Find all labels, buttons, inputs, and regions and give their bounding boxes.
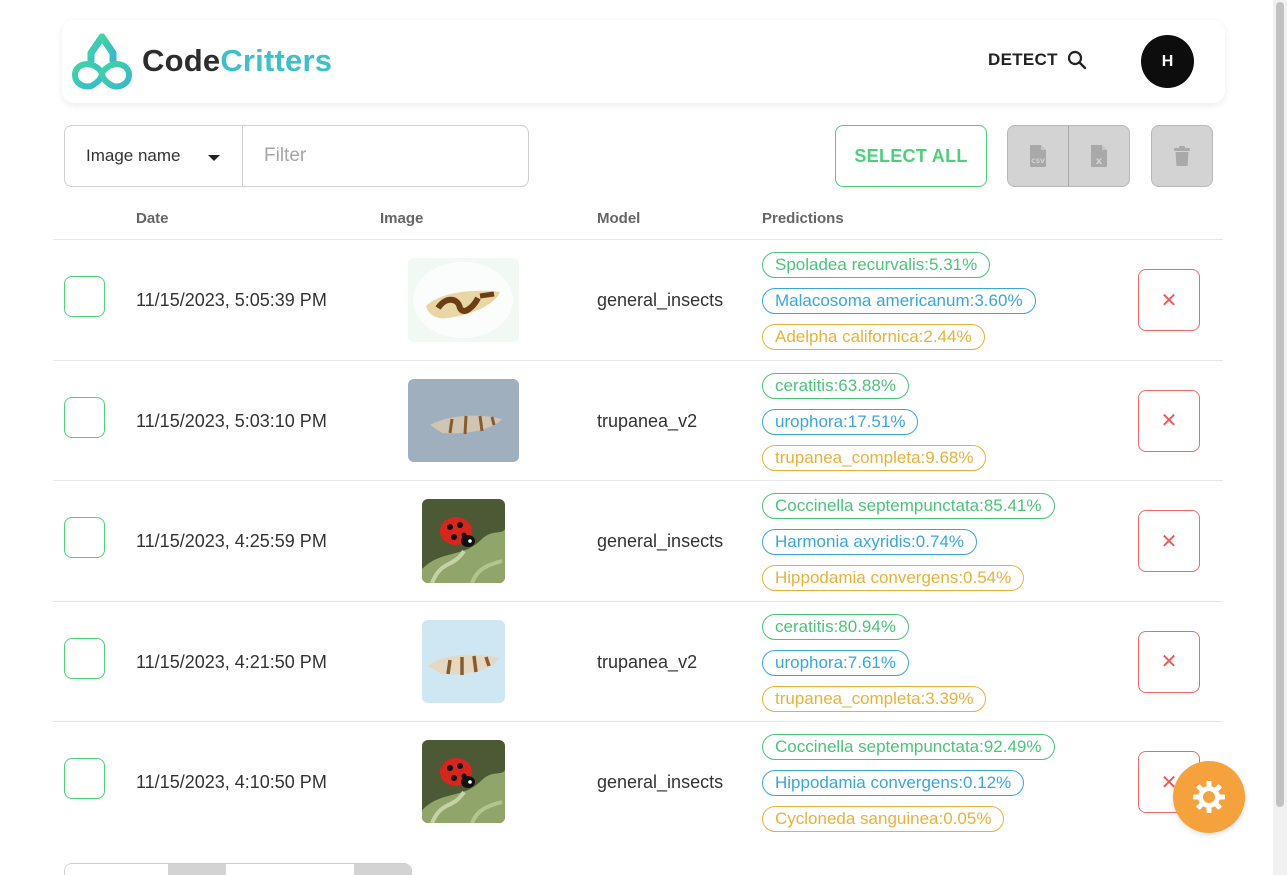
- svg-text:CSV: CSV: [1031, 158, 1045, 165]
- table-row: 11/15/2023, 4:21:50 PM trupanea_v2 cerat…: [53, 602, 1223, 722]
- table-header: Date Image Model Predictions: [53, 200, 1223, 240]
- brand-name: CodeCritters: [142, 43, 332, 79]
- row-checkbox[interactable]: [64, 517, 105, 558]
- export-excel-button[interactable]: x: [1068, 126, 1129, 186]
- prediction-badge: Spoladea recurvalis:5.31%: [762, 252, 991, 278]
- prediction-badge: Malacosoma americanum:3.60%: [762, 288, 1036, 314]
- row-model: general_insects: [597, 290, 724, 310]
- trash-icon: [1174, 145, 1190, 166]
- table-row: 11/15/2023, 5:03:10 PM trupanea_v2 cerat…: [53, 361, 1223, 481]
- filter-field-select[interactable]: Image name: [65, 126, 243, 186]
- filter-field-value: Image name: [86, 146, 181, 165]
- row-thumbnail-fly-wing[interactable]: [422, 619, 505, 703]
- delete-selected-button[interactable]: [1151, 125, 1213, 187]
- filter-input[interactable]: [243, 126, 528, 186]
- row-predictions: Coccinella septempunctata:85.41% Harmoni…: [762, 493, 1055, 591]
- pagination-bar: [64, 863, 412, 875]
- prediction-badge: ceratitis:80.94%: [762, 613, 909, 640]
- column-header-model[interactable]: Model: [597, 210, 640, 227]
- next-page-button[interactable]: [354, 864, 411, 875]
- export-csv-button[interactable]: CSV: [1008, 126, 1068, 186]
- table-row: 11/15/2023, 4:10:50 PM general_insects C…: [53, 722, 1223, 843]
- close-icon: ✕: [1160, 410, 1178, 432]
- detect-link[interactable]: DETECT: [988, 50, 1087, 70]
- row-checkbox[interactable]: [64, 758, 105, 799]
- close-icon: ✕: [1160, 651, 1178, 673]
- prediction-badge: Hippodamia convergens:0.12%: [762, 770, 1025, 796]
- delete-row-button[interactable]: ✕: [1138, 630, 1200, 693]
- caret-down-icon: [208, 155, 220, 161]
- row-thumbnail-fly-wing[interactable]: [408, 378, 519, 462]
- prediction-badge: Adelpha californica:2.44%: [762, 324, 985, 350]
- delete-row-button[interactable]: ✕: [1138, 269, 1200, 331]
- row-model: general_insects: [597, 772, 724, 792]
- row-predictions: Spoladea recurvalis:5.31% Malacosoma ame…: [762, 252, 1036, 350]
- prediction-badge: urophora:17.51%: [762, 408, 919, 435]
- filter-bar: Image name: [64, 125, 529, 187]
- search-icon: [1067, 50, 1087, 70]
- row-checkbox[interactable]: [64, 276, 105, 317]
- close-icon: ✕: [1160, 530, 1178, 553]
- table-row: 11/15/2023, 4:25:59 PM general_insects C…: [53, 481, 1223, 602]
- row-predictions: Coccinella septempunctata:92.49% Hippoda…: [762, 734, 1055, 832]
- user-avatar[interactable]: H: [1141, 35, 1194, 88]
- table-row: 11/15/2023, 5:05:39 PM general_insects S…: [53, 240, 1223, 361]
- prediction-badge: trupanea_completa:9.68%: [762, 444, 987, 471]
- row-thumbnail-ladybug[interactable]: [422, 499, 505, 583]
- page-scrollbar[interactable]: [1273, 0, 1287, 875]
- prediction-badge: trupanea_completa:3.39%: [762, 685, 987, 712]
- page-indicator: [226, 864, 354, 875]
- prediction-badge: Harmonia axyridis:0.74%: [762, 529, 977, 555]
- svg-text:x: x: [1096, 156, 1103, 167]
- detect-label: DETECT: [988, 50, 1058, 69]
- prediction-badge: ceratitis:63.88%: [762, 372, 909, 399]
- brand-logo[interactable]: CodeCritters: [71, 33, 332, 91]
- row-model: general_insects: [597, 531, 724, 551]
- page: CodeCritters DETECT H Image name SELECT …: [0, 0, 1287, 875]
- row-checkbox[interactable]: [64, 637, 105, 679]
- row-predictions: ceratitis:63.88% urophora:17.51% trupane…: [762, 372, 987, 471]
- excel-file-icon: x: [1091, 145, 1107, 167]
- row-date: 11/15/2023, 5:03:10 PM: [136, 410, 327, 431]
- row-date: 11/15/2023, 4:10:50 PM: [136, 772, 327, 792]
- column-header-predictions: Predictions: [762, 210, 844, 227]
- delete-row-button[interactable]: ✕: [1138, 389, 1200, 452]
- row-checkbox[interactable]: [64, 396, 105, 438]
- export-button-group: CSV x: [1007, 125, 1130, 187]
- page-size-select[interactable]: [65, 864, 168, 875]
- prediction-badge: urophora:7.61%: [762, 649, 909, 676]
- row-date: 11/15/2023, 4:21:50 PM: [136, 651, 327, 672]
- column-header-date[interactable]: Date: [136, 210, 169, 227]
- delete-row-button[interactable]: ✕: [1138, 510, 1200, 572]
- prediction-badge: Coccinella septempunctata:85.41%: [762, 493, 1055, 519]
- prediction-badge: Cycloneda sanguinea:0.05%: [762, 806, 1005, 832]
- gear-icon: [1193, 781, 1225, 813]
- logo-mark-icon: [72, 33, 132, 90]
- prediction-badge: Hippodamia convergens:0.54%: [762, 565, 1025, 591]
- column-header-image: Image: [380, 210, 424, 227]
- row-model: trupanea_v2: [597, 410, 698, 431]
- brand-name-code: Code: [142, 43, 221, 78]
- detections-table: Date Image Model Predictions 11/15/2023,…: [53, 200, 1223, 843]
- select-all-button[interactable]: SELECT ALL: [835, 125, 987, 187]
- scrollbar-thumb[interactable]: [1276, 2, 1284, 807]
- row-date: 11/15/2023, 4:25:59 PM: [136, 531, 327, 551]
- prev-page-button[interactable]: [168, 864, 226, 875]
- close-icon: ✕: [1160, 289, 1178, 312]
- row-thumbnail-ladybug[interactable]: [422, 740, 505, 823]
- brand-name-critters: Critters: [220, 43, 333, 78]
- row-predictions: ceratitis:80.94% urophora:7.61% trupanea…: [762, 613, 987, 712]
- top-navbar: CodeCritters DETECT H: [62, 20, 1225, 103]
- row-date: 11/15/2023, 5:05:39 PM: [136, 290, 327, 310]
- row-model: trupanea_v2: [597, 651, 698, 672]
- csv-file-icon: CSV: [1030, 145, 1046, 167]
- prediction-badge: Coccinella septempunctata:92.49%: [762, 734, 1055, 760]
- settings-fab-button[interactable]: [1173, 761, 1245, 833]
- row-thumbnail-moth-wing[interactable]: [408, 258, 519, 342]
